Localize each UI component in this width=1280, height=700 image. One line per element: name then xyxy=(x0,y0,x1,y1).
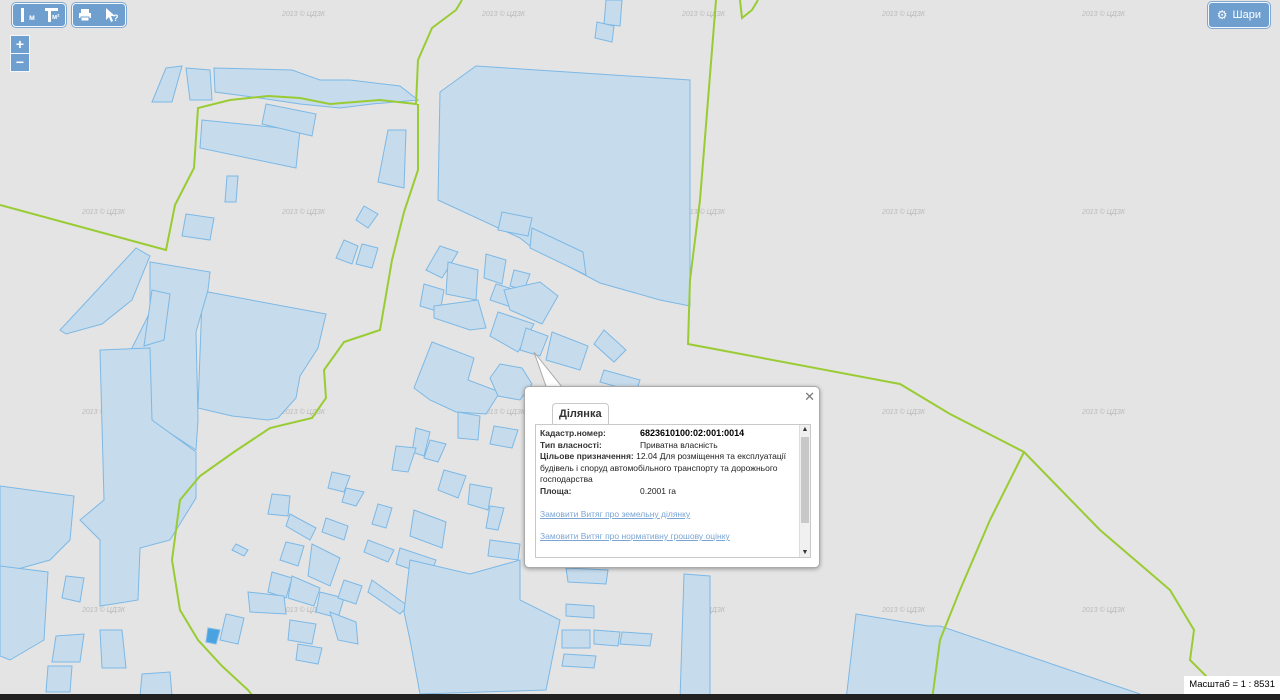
watermark-text: 2013 © ЦДЗК xyxy=(881,10,926,18)
parcel[interactable] xyxy=(487,539,521,561)
parcel[interactable] xyxy=(295,643,323,665)
watermark-text: 2013 © ЦДЗК xyxy=(281,208,326,216)
info-row: Тип власності: Приватна власність xyxy=(540,440,798,452)
parcel[interactable] xyxy=(561,629,591,649)
parcel[interactable] xyxy=(185,67,213,101)
parcel-info-popup: ✕ Ділянка Кадастр.номер: 6823610100:02:00… xyxy=(524,386,820,568)
scroll-thumb[interactable] xyxy=(801,437,809,523)
watermark-text: 2013 © ЦДЗК xyxy=(1081,208,1126,216)
order-extract-link[interactable]: Замовити Витяг про земельну ділянку xyxy=(540,509,798,520)
watermark-text: 2013 © ЦДЗК xyxy=(681,10,726,18)
measure-distance-button[interactable]: м xyxy=(15,4,39,26)
identify-label: ? xyxy=(113,13,119,23)
parcel[interactable] xyxy=(679,573,711,700)
parcel[interactable] xyxy=(139,671,173,697)
watermark-text: 2013 © ЦДЗК xyxy=(881,208,926,216)
parcel[interactable] xyxy=(619,631,653,647)
watermark-text: 2013 © ЦДЗК xyxy=(81,606,126,614)
watermark-text: 2013 © ЦДЗК xyxy=(281,10,326,18)
parcel[interactable] xyxy=(45,665,73,693)
zoom-in-button[interactable]: + xyxy=(10,35,30,54)
watermark-text: 2013 © ЦДЗК xyxy=(81,208,126,216)
parcel[interactable] xyxy=(247,591,287,615)
parcel[interactable] xyxy=(99,629,127,669)
parcel[interactable] xyxy=(483,253,507,285)
layers-button-label: Шари xyxy=(1232,9,1261,21)
measure-distance-label: м xyxy=(29,13,35,22)
tools-toolbar: ? xyxy=(72,3,126,27)
parcel[interactable] xyxy=(51,633,85,663)
measure-area-label: м² xyxy=(52,14,60,21)
tab-parcel[interactable]: Ділянка xyxy=(552,403,609,424)
layers-button[interactable]: ⚙ Шари xyxy=(1207,2,1270,28)
watermark-text: 2013 © ЦДЗК xyxy=(481,10,526,18)
info-row: Кадастр.номер: 6823610100:02:001:0014 xyxy=(540,428,798,440)
zoom-out-button[interactable]: − xyxy=(10,53,30,72)
field-label: Площа: xyxy=(540,485,572,496)
field-value: 0.2001 га xyxy=(640,485,677,496)
measure-area-button[interactable]: м² xyxy=(40,4,64,26)
parcel[interactable] xyxy=(593,629,621,647)
parcel[interactable] xyxy=(181,213,215,241)
popup-scrollbar[interactable]: ▲ ▼ xyxy=(799,425,810,557)
watermark-text: 2013 © ЦДЗК xyxy=(1081,606,1126,614)
parcel[interactable] xyxy=(457,411,481,441)
print-icon xyxy=(79,9,91,22)
parcel[interactable] xyxy=(561,653,597,669)
parcel[interactable] xyxy=(224,175,239,203)
bottom-bar xyxy=(0,694,1280,700)
cadastral-map[interactable]: 2013 © ЦДЗК 2013 © ЦДЗК 2013 © ЦДЗК 2013 © … xyxy=(0,0,1280,700)
parcel[interactable] xyxy=(594,21,615,43)
popup-content: Кадастр.номер: 6823610100:02:001:0014 Тип… xyxy=(535,424,811,558)
parcel[interactable] xyxy=(287,619,317,645)
identify-button[interactable]: ? xyxy=(99,4,123,26)
gear-icon: ⚙ xyxy=(1216,8,1228,22)
field-label: Тип власності: xyxy=(540,439,602,450)
parcel[interactable] xyxy=(603,0,623,27)
field-label: Кадастр.номер: xyxy=(540,428,606,438)
parcel[interactable] xyxy=(565,603,595,619)
scale-indicator: Масштаб = 1 : 8531 xyxy=(1184,676,1280,694)
watermark-text: 2013 © ЦДЗК xyxy=(1081,408,1126,416)
parcel[interactable] xyxy=(565,567,609,585)
info-row: Площа: 0.2001 га xyxy=(540,486,798,498)
watermark-text: 2013 © ЦДЗК xyxy=(881,606,926,614)
watermark-text: 2013 © ЦДЗК xyxy=(1081,10,1126,18)
parcel[interactable] xyxy=(61,575,85,603)
scroll-up-icon[interactable]: ▲ xyxy=(800,426,810,433)
field-value: 6823610100:02:001:0014 xyxy=(640,428,745,438)
order-valuation-link[interactable]: Замовити Витяг про нормативну грошову оц… xyxy=(540,531,798,542)
measure-toolbar: м м² xyxy=(12,3,66,27)
watermark-text: 2013 © ЦДЗК xyxy=(881,408,926,416)
scroll-down-icon[interactable]: ▼ xyxy=(800,549,810,556)
field-label: Цільове призначення: xyxy=(540,451,634,461)
info-row: Цільове призначення: 12.04 Для розміщенн… xyxy=(540,451,798,486)
close-icon[interactable]: ✕ xyxy=(804,390,815,403)
field-value: Приватна власність xyxy=(640,439,718,450)
print-button[interactable] xyxy=(73,4,97,26)
parcel[interactable] xyxy=(267,493,291,517)
